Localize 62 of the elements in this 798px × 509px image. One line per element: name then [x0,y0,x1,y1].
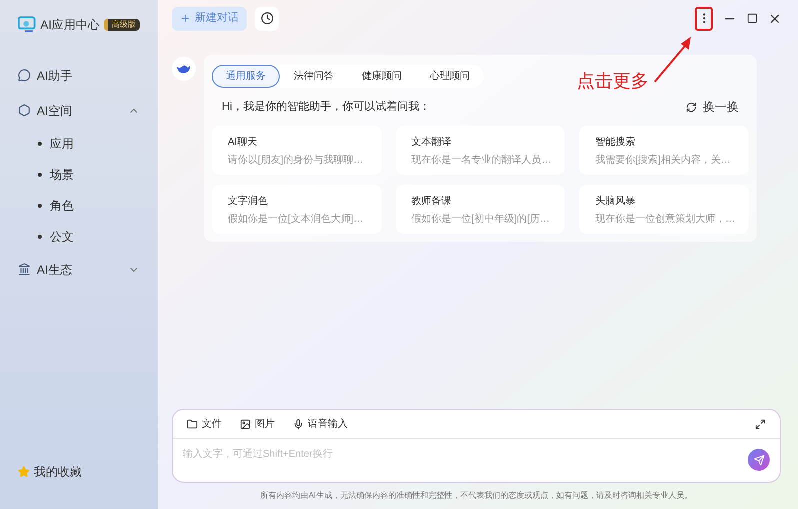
sidebar-item[interactable]: AI助手 [18,58,140,93]
cloud-monitor-logo-icon [18,16,37,34]
bullet-icon [38,234,42,238]
sidebar-item-icon [18,104,31,117]
sidebar-subitem[interactable]: 应用 [50,134,74,152]
sidebar-item[interactable]: AI空间 [18,93,140,128]
whale-icon [176,63,192,75]
prompt-card[interactable]: AI聊天 请你以[朋友]的身份与我聊聊… [212,126,382,175]
sidebar-subitem[interactable]: 角色 [50,196,74,214]
prompt-description: 假如你是一位[初中年级]的[历… [412,212,550,227]
sidebar-item[interactable]: AI生态 [18,252,140,287]
favorites-link[interactable]: 我的收藏 [34,463,82,481]
prompt-description: 现在你是一名专业的翻译人员… [412,154,550,168]
prompt-title: 智能搜索 [595,136,636,150]
prompt-title: AI聊天 [228,136,258,150]
prompt-card[interactable]: 教师备课 假如你是一位[初中年级]的[历… [396,185,566,234]
sidebar-subitem[interactable]: 场景 [50,166,74,184]
composer-tool-button[interactable]: 语音输入 [293,416,348,432]
tab[interactable]: 法律问答 [280,65,348,88]
refresh-icon [686,102,697,112]
tab[interactable]: 健康顾问 [348,65,416,88]
bullet-icon [38,204,42,208]
maximize-icon[interactable] [747,13,758,24]
prompt-title: 头脑风暴 [595,194,636,209]
sidebar-item-icon [18,69,31,82]
tool-icon [293,418,304,430]
bullet-icon [38,172,42,176]
tab[interactable]: 心理顾问 [416,65,484,88]
composer-tool-button[interactable]: 文件 [187,416,222,432]
callout-text: 点击更多 [577,70,649,92]
plus-icon [180,13,191,24]
greeting-text: Hi，我是你的智能助手，你可以试着问我： [222,100,430,115]
tool-icon [240,418,251,430]
prompt-description: 我需要你[搜索]相关内容，关… [595,154,732,168]
tool-icon [187,418,198,430]
prompt-description: 假如你是一位[文本润色大师]… [228,212,365,227]
expand-icon[interactable] [755,418,766,430]
clock-icon [260,12,274,25]
sidebar-item-icon [18,263,31,276]
composer-tool-button[interactable]: 图片 [240,416,275,432]
app-title: AI应用中心 [40,17,100,34]
prompt-title: 文本翻译 [412,136,453,150]
prompt-card[interactable]: 文本翻译 现在你是一名专业的翻译人员… [396,126,566,175]
message-input[interactable]: 输入文字，可通过Shift+Enter换行 [183,447,748,462]
history-button[interactable] [255,6,279,30]
send-icon [754,454,764,466]
more-button[interactable] [695,6,713,30]
bullet-icon [38,142,42,146]
prompt-card[interactable]: 文字润色 假如你是一位[文本润色大师]… [212,185,382,234]
prompt-title: 文字润色 [228,194,269,209]
prompt-title: 教师备课 [412,195,453,209]
premium-badge: 高级版 [104,19,140,31]
prompt-card[interactable]: 头脑风暴 现在你是一位创意策划大师，… [579,185,749,234]
refresh-button[interactable]: 换一换 [686,98,739,116]
prompt-description: 现在你是一位创意策划大师，… [595,212,733,227]
prompt-card[interactable]: 智能搜索 我需要你[搜索]相关内容，关… [579,126,749,175]
tab[interactable]: 通用服务 [212,65,280,88]
prompt-description: 请你以[朋友]的身份与我聊聊… [228,154,365,168]
star-icon [18,466,30,478]
disclaimer-text: 所有内容均由AI生成，无法确保内容的准确性和完整性，不代表我们的态度或观点，如有问题，请及时咨询相关专业人员。 [260,490,694,502]
send-button[interactable] [748,449,770,471]
sidebar-subitem[interactable]: 公文 [50,228,74,246]
